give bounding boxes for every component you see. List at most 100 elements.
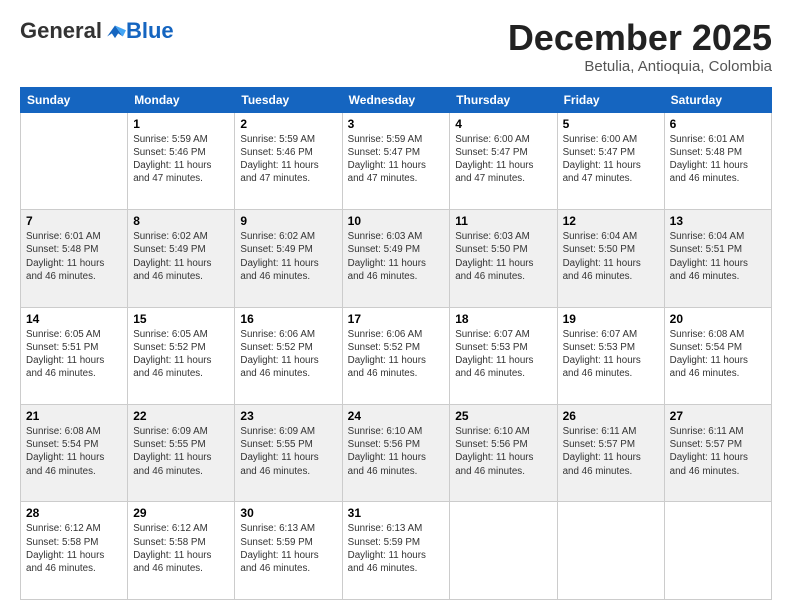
day-info: Sunrise: 5:59 AM Sunset: 5:46 PM Dayligh… <box>240 133 336 186</box>
day-number: 16 <box>240 312 336 326</box>
table-row: 10 Sunrise: 6:03 AM Sunset: 5:49 PM Dayli… <box>342 210 450 307</box>
table-row: 28 Sunrise: 6:12 AM Sunset: 5:58 PM Dayli… <box>21 502 128 600</box>
calendar-header-row: Sunday Monday Tuesday Wednesday Thursday… <box>21 87 772 112</box>
day-number: 10 <box>348 214 445 228</box>
page: General Blue December 2025 Betulia, Anti… <box>0 0 792 612</box>
day-info: Sunrise: 5:59 AM Sunset: 5:46 PM Dayligh… <box>133 133 229 186</box>
table-row: 12 Sunrise: 6:04 AM Sunset: 5:50 PM Dayli… <box>557 210 664 307</box>
table-row: 1 Sunrise: 5:59 AM Sunset: 5:46 PM Daylig… <box>128 112 235 209</box>
table-row: 25 Sunrise: 6:10 AM Sunset: 5:56 PM Dayli… <box>450 405 557 502</box>
col-friday: Friday <box>557 87 664 112</box>
day-number: 25 <box>455 409 551 423</box>
table-row: 17Sunrise: 6:06 AM Sunset: 5:52 PM Dayli… <box>342 307 450 404</box>
logo-text: General Blue <box>20 18 174 44</box>
day-number: 22 <box>133 409 229 423</box>
table-row: 3Sunrise: 5:59 AM Sunset: 5:47 PM Daylig… <box>342 112 450 209</box>
day-info: Sunrise: 6:04 AM Sunset: 5:50 PM Dayligh… <box>563 230 659 283</box>
table-row: 8 Sunrise: 6:02 AM Sunset: 5:49 PM Daylig… <box>128 210 235 307</box>
table-row: 11 Sunrise: 6:03 AM Sunset: 5:50 PM Dayli… <box>450 210 557 307</box>
logo-bird-icon <box>104 22 126 40</box>
table-row: 7 Sunrise: 6:01 AM Sunset: 5:48 PM Daylig… <box>21 210 128 307</box>
day-number: 18 <box>455 312 551 326</box>
day-info: Sunrise: 6:01 AM Sunset: 5:48 PM Dayligh… <box>670 133 766 186</box>
day-number: 3 <box>348 117 445 131</box>
day-info: Sunrise: 6:02 AM Sunset: 5:49 PM Dayligh… <box>133 230 229 283</box>
table-row <box>450 502 557 600</box>
table-row: 18 Sunrise: 6:07 AM Sunset: 5:53 PM Dayli… <box>450 307 557 404</box>
day-info: Sunrise: 6:04 AM Sunset: 5:51 PM Dayligh… <box>670 230 766 283</box>
col-sunday: Sunday <box>21 87 128 112</box>
col-thursday: Thursday <box>450 87 557 112</box>
table-row: 13 Sunrise: 6:04 AM Sunset: 5:51 PM Dayli… <box>664 210 771 307</box>
table-row: 27 Sunrise: 6:11 AM Sunset: 5:57 PM Dayli… <box>664 405 771 502</box>
day-number: 2 <box>240 117 336 131</box>
day-info: Sunrise: 6:09 AM Sunset: 5:55 PM Dayligh… <box>133 425 229 478</box>
day-info: Sunrise: 6:05 AM Sunset: 5:52 PM Dayligh… <box>133 328 229 381</box>
day-number: 7 <box>26 214 122 228</box>
calendar-week-row: 21Sunrise: 6:08 AM Sunset: 5:54 PM Dayli… <box>21 405 772 502</box>
day-number: 13 <box>670 214 766 228</box>
day-info: Sunrise: 6:00 AM Sunset: 5:47 PM Dayligh… <box>455 133 551 186</box>
table-row: 22 Sunrise: 6:09 AM Sunset: 5:55 PM Dayli… <box>128 405 235 502</box>
col-saturday: Saturday <box>664 87 771 112</box>
day-info: Sunrise: 6:11 AM Sunset: 5:57 PM Dayligh… <box>563 425 659 478</box>
day-info: Sunrise: 6:03 AM Sunset: 5:49 PM Dayligh… <box>348 230 445 283</box>
day-number: 24 <box>348 409 445 423</box>
calendar-week-row: 7 Sunrise: 6:01 AM Sunset: 5:48 PM Daylig… <box>21 210 772 307</box>
day-number: 12 <box>563 214 659 228</box>
col-wednesday: Wednesday <box>342 87 450 112</box>
day-number: 1 <box>133 117 229 131</box>
day-number: 9 <box>240 214 336 228</box>
calendar-table: Sunday Monday Tuesday Wednesday Thursday… <box>20 87 772 600</box>
col-tuesday: Tuesday <box>235 87 342 112</box>
day-info: Sunrise: 6:13 AM Sunset: 5:59 PM Dayligh… <box>240 522 336 575</box>
day-info: Sunrise: 6:08 AM Sunset: 5:54 PM Dayligh… <box>26 425 122 478</box>
table-row: 6Sunrise: 6:01 AM Sunset: 5:48 PM Daylig… <box>664 112 771 209</box>
day-info: Sunrise: 6:11 AM Sunset: 5:57 PM Dayligh… <box>670 425 766 478</box>
day-info: Sunrise: 6:08 AM Sunset: 5:54 PM Dayligh… <box>670 328 766 381</box>
day-number: 26 <box>563 409 659 423</box>
day-info: Sunrise: 6:06 AM Sunset: 5:52 PM Dayligh… <box>348 328 445 381</box>
day-number: 23 <box>240 409 336 423</box>
logo-general: General <box>20 18 102 44</box>
day-number: 31 <box>348 506 445 520</box>
day-number: 19 <box>563 312 659 326</box>
calendar-week-row: 1 Sunrise: 5:59 AM Sunset: 5:46 PM Daylig… <box>21 112 772 209</box>
table-row: 4 Sunrise: 6:00 AM Sunset: 5:47 PM Daylig… <box>450 112 557 209</box>
day-info: Sunrise: 6:06 AM Sunset: 5:52 PM Dayligh… <box>240 328 336 381</box>
day-number: 28 <box>26 506 122 520</box>
table-row: 20 Sunrise: 6:08 AM Sunset: 5:54 PM Dayli… <box>664 307 771 404</box>
day-info: Sunrise: 6:10 AM Sunset: 5:56 PM Dayligh… <box>455 425 551 478</box>
day-info: Sunrise: 6:07 AM Sunset: 5:53 PM Dayligh… <box>455 328 551 381</box>
table-row: 26 Sunrise: 6:11 AM Sunset: 5:57 PM Dayli… <box>557 405 664 502</box>
table-row: 15 Sunrise: 6:05 AM Sunset: 5:52 PM Dayli… <box>128 307 235 404</box>
day-info: Sunrise: 6:03 AM Sunset: 5:50 PM Dayligh… <box>455 230 551 283</box>
location: Betulia, Antioquia, Colombia <box>508 58 772 75</box>
day-info: Sunrise: 6:13 AM Sunset: 5:59 PM Dayligh… <box>348 522 445 575</box>
day-number: 14 <box>26 312 122 326</box>
day-number: 4 <box>455 117 551 131</box>
title-block: December 2025 Betulia, Antioquia, Colomb… <box>508 18 772 75</box>
day-info: Sunrise: 6:07 AM Sunset: 5:53 PM Dayligh… <box>563 328 659 381</box>
month-title: December 2025 <box>508 18 772 58</box>
day-number: 11 <box>455 214 551 228</box>
calendar-week-row: 14Sunrise: 6:05 AM Sunset: 5:51 PM Dayli… <box>21 307 772 404</box>
day-number: 5 <box>563 117 659 131</box>
table-row: 30 Sunrise: 6:13 AM Sunset: 5:59 PM Dayli… <box>235 502 342 600</box>
day-number: 15 <box>133 312 229 326</box>
day-info: Sunrise: 6:01 AM Sunset: 5:48 PM Dayligh… <box>26 230 122 283</box>
table-row: 23Sunrise: 6:09 AM Sunset: 5:55 PM Dayli… <box>235 405 342 502</box>
day-info: Sunrise: 6:12 AM Sunset: 5:58 PM Dayligh… <box>26 522 122 575</box>
table-row <box>664 502 771 600</box>
day-number: 30 <box>240 506 336 520</box>
day-info: Sunrise: 6:10 AM Sunset: 5:56 PM Dayligh… <box>348 425 445 478</box>
day-number: 8 <box>133 214 229 228</box>
day-number: 20 <box>670 312 766 326</box>
day-info: Sunrise: 6:00 AM Sunset: 5:47 PM Dayligh… <box>563 133 659 186</box>
day-number: 27 <box>670 409 766 423</box>
table-row: 2 Sunrise: 5:59 AM Sunset: 5:46 PM Daylig… <box>235 112 342 209</box>
day-number: 29 <box>133 506 229 520</box>
table-row: 21Sunrise: 6:08 AM Sunset: 5:54 PM Dayli… <box>21 405 128 502</box>
table-row: 31 Sunrise: 6:13 AM Sunset: 5:59 PM Dayli… <box>342 502 450 600</box>
table-row: 29Sunrise: 6:12 AM Sunset: 5:58 PM Dayli… <box>128 502 235 600</box>
